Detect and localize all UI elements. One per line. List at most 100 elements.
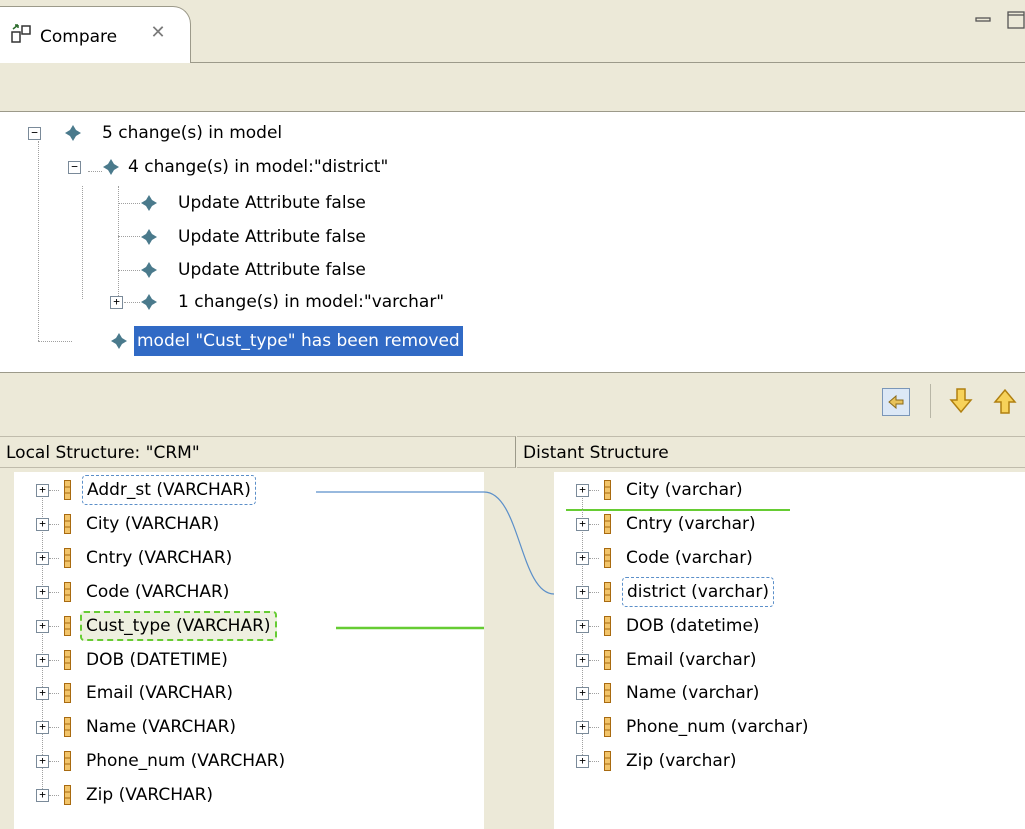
tree-line — [124, 302, 140, 303]
expand-toggle[interactable]: + — [576, 484, 589, 497]
tree-line — [38, 341, 72, 342]
expand-toggle[interactable]: + — [36, 653, 49, 667]
column-icon — [604, 683, 611, 704]
maximize-icon[interactable] — [1005, 8, 1025, 32]
column-item[interactable]: Code (VARCHAR) — [86, 577, 229, 607]
expand-toggle[interactable]: + — [576, 755, 589, 769]
column-icon — [64, 785, 71, 806]
tree-line — [49, 693, 59, 695]
local-structure-header: Local Structure: "CRM" — [0, 436, 516, 468]
column-icon — [604, 513, 611, 534]
change-diamond-icon — [103, 159, 119, 175]
minimize-icon[interactable] — [972, 8, 996, 32]
expand-toggle[interactable]: + — [36, 484, 49, 497]
tree-line — [49, 591, 59, 593]
distant-structure-header: Distant Structure — [517, 436, 1025, 468]
column-item[interactable]: DOB (DATETIME) — [86, 645, 228, 675]
navigation-bar — [0, 373, 1025, 435]
tree-line — [118, 236, 140, 237]
column-item[interactable]: Email (VARCHAR) — [86, 678, 233, 708]
tree-line — [589, 659, 599, 661]
change-diamond-icon — [141, 195, 157, 211]
tree-line — [82, 186, 83, 299]
column-icon — [64, 683, 71, 704]
collapse-toggle[interactable]: − — [68, 161, 81, 174]
change-diamond-icon — [141, 229, 157, 245]
tree-line — [589, 591, 599, 593]
tree-line — [49, 795, 59, 797]
tree-line — [49, 761, 59, 763]
column-item[interactable]: Phone_num (VARCHAR) — [86, 746, 285, 776]
expand-toggle[interactable]: + — [36, 619, 49, 633]
column-item-mapped[interactable]: Addr_st (VARCHAR) — [82, 475, 256, 505]
expand-toggle[interactable]: + — [576, 619, 589, 633]
tree-line — [49, 557, 59, 559]
tree-line — [589, 727, 599, 729]
expand-toggle[interactable]: + — [576, 551, 589, 565]
expand-toggle[interactable]: + — [576, 585, 589, 599]
change-item-selected[interactable]: model "Cust_type" has been removed — [134, 326, 463, 356]
column-icon — [64, 513, 71, 534]
tree-line — [38, 141, 39, 341]
expand-toggle[interactable]: + — [36, 721, 49, 735]
tree-line — [49, 625, 59, 627]
tree-line — [49, 659, 59, 661]
column-icon — [64, 480, 71, 500]
expand-toggle[interactable]: + — [36, 585, 49, 599]
column-icon — [64, 717, 71, 738]
column-item[interactable]: Cntry (VARCHAR) — [86, 543, 232, 573]
tab-compare[interactable]: Compare ✕ — [0, 6, 191, 63]
column-icon — [64, 581, 71, 602]
change-item[interactable]: 1 change(s) in model:"varchar" — [178, 287, 444, 317]
tree-line — [49, 490, 59, 491]
change-item[interactable]: 4 change(s) in model:"district" — [128, 152, 388, 182]
tree-line — [589, 625, 599, 627]
change-diamond-icon — [111, 333, 127, 349]
close-icon[interactable]: ✕ — [148, 23, 168, 43]
tree-line — [118, 203, 140, 204]
expand-toggle[interactable]: + — [36, 551, 49, 565]
tree-line — [589, 761, 599, 763]
column-item[interactable]: Email (varchar) — [626, 645, 756, 675]
change-item[interactable]: Update Attribute false — [178, 255, 366, 285]
copy-left-icon[interactable] — [882, 388, 910, 416]
expand-toggle[interactable]: + — [36, 687, 49, 701]
tree-line — [589, 490, 599, 491]
change-item[interactable]: Update Attribute false — [178, 222, 366, 252]
change-item[interactable]: Update Attribute false — [178, 188, 366, 218]
column-item-removed[interactable]: Cust_type (VARCHAR) — [80, 610, 277, 641]
arrow-up-icon[interactable] — [992, 386, 1018, 416]
compare-toolbar — [0, 63, 1025, 112]
column-item[interactable]: Name (VARCHAR) — [86, 712, 236, 742]
column-icon — [604, 581, 611, 602]
column-item-mapped[interactable]: district (varchar) — [622, 576, 775, 607]
tab-title: Compare — [40, 27, 118, 47]
column-icon — [604, 615, 611, 636]
tree-line — [49, 523, 59, 525]
column-item[interactable]: Zip (varchar) — [626, 746, 736, 776]
expand-toggle[interactable]: + — [110, 296, 123, 309]
change-diamond-icon — [141, 262, 157, 278]
expand-toggle[interactable]: + — [576, 687, 589, 701]
column-icon — [604, 649, 611, 670]
column-item[interactable]: City (VARCHAR) — [86, 509, 219, 539]
arrow-down-icon[interactable] — [948, 386, 974, 416]
column-item[interactable]: Phone_num (varchar) — [626, 712, 809, 742]
expand-toggle[interactable]: + — [576, 517, 589, 531]
column-item[interactable]: City (varchar) — [626, 475, 743, 505]
tree-line — [589, 557, 599, 559]
column-item[interactable]: Code (varchar) — [626, 543, 753, 573]
expand-toggle[interactable]: + — [36, 517, 49, 531]
column-item[interactable]: Name (varchar) — [626, 678, 759, 708]
expand-toggle[interactable]: + — [576, 721, 589, 735]
column-item[interactable]: Cntry (varchar) — [626, 509, 756, 539]
column-icon — [604, 480, 611, 500]
expand-toggle[interactable]: + — [576, 653, 589, 667]
column-item[interactable]: DOB (datetime) — [626, 611, 760, 641]
column-item[interactable]: Zip (VARCHAR) — [86, 780, 213, 810]
change-item[interactable]: 5 change(s) in model — [102, 118, 282, 148]
collapse-toggle[interactable]: − — [28, 127, 41, 140]
expand-toggle[interactable]: + — [36, 789, 49, 803]
column-icon — [64, 751, 71, 772]
expand-toggle[interactable]: + — [36, 755, 49, 769]
